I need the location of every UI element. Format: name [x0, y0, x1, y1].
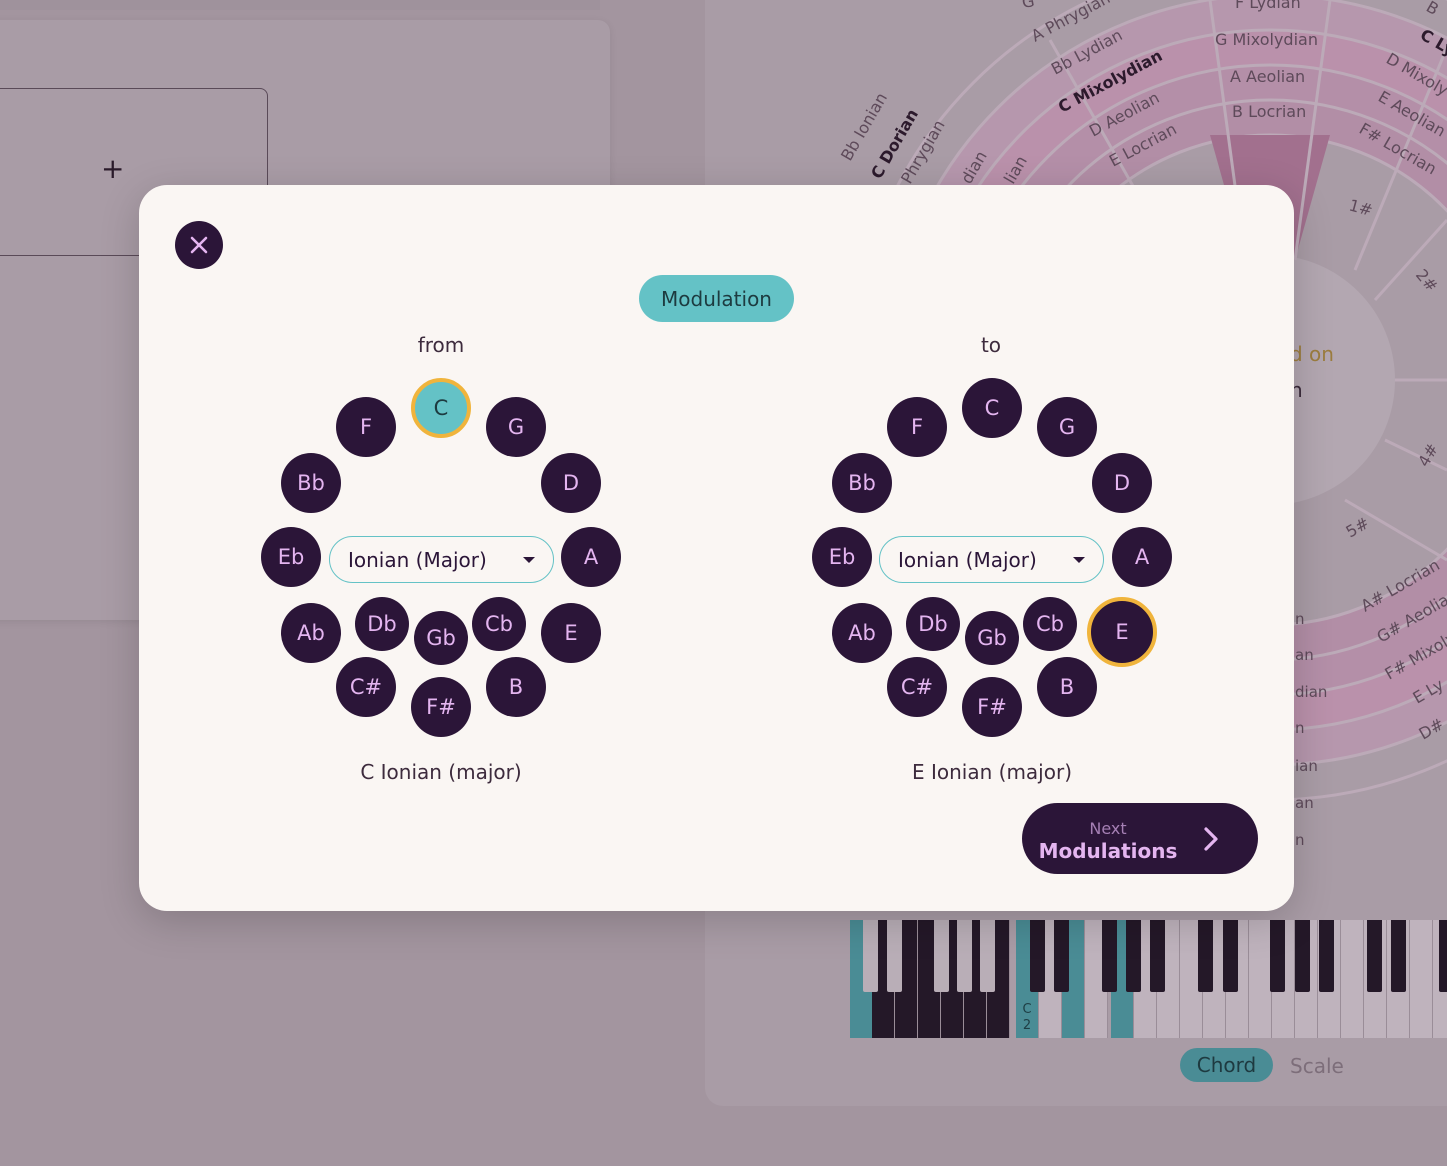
to-note-c-flat[interactable]: Cb — [1023, 597, 1077, 651]
to-mode-select[interactable]: Ionian (Major) — [879, 536, 1104, 583]
to-note-e-flat[interactable]: Eb — [812, 527, 872, 587]
to-note-c[interactable]: C — [962, 378, 1022, 438]
piano-black-key[interactable] — [980, 920, 995, 992]
chord-toggle[interactable]: Chord — [1180, 1048, 1273, 1082]
piano-black-key[interactable] — [1223, 920, 1238, 992]
from-label: from — [417, 333, 465, 357]
next-button-caption: Next — [1089, 819, 1127, 838]
caret-down-icon — [523, 556, 535, 563]
piano-black-key[interactable] — [1270, 920, 1285, 992]
plus-icon: + — [101, 152, 125, 185]
from-note-c[interactable]: C — [411, 378, 471, 438]
piano-black-key[interactable] — [863, 920, 878, 992]
scale-toggle[interactable]: Scale — [1290, 1054, 1344, 1078]
piano-black-key[interactable] — [1150, 920, 1165, 992]
mode-list-fragment: n — [1295, 831, 1305, 849]
mode-list-fragment: n — [1295, 610, 1305, 628]
caret-down-icon — [1073, 556, 1085, 563]
mode-list-fragment: dian — [1295, 683, 1328, 701]
to-mode-value: Ionian (Major) — [898, 547, 1037, 572]
to-note-d-flat[interactable]: Db — [906, 597, 960, 651]
piano-black-key[interactable] — [1054, 920, 1069, 992]
from-mode-value: Ionian (Major) — [348, 547, 487, 572]
piano-black-key[interactable] — [934, 920, 949, 992]
chevron-right-icon — [1204, 827, 1218, 851]
from-note-g[interactable]: G — [486, 397, 546, 457]
from-note-a-flat[interactable]: Ab — [281, 603, 341, 663]
from-note-b[interactable]: B — [486, 657, 546, 717]
to-note-a-flat[interactable]: Ab — [832, 603, 892, 663]
close-button[interactable] — [175, 221, 223, 269]
background-topbar — [0, 0, 600, 10]
piano-white-key[interactable] — [1249, 920, 1272, 1038]
piano-black-key[interactable] — [1030, 920, 1045, 992]
from-note-a[interactable]: A — [561, 527, 621, 587]
from-note-b-flat[interactable]: Bb — [281, 453, 341, 513]
next-modulations-button[interactable]: Next Modulations — [1022, 803, 1258, 874]
piano-black-key[interactable] — [1126, 920, 1141, 992]
next-button-label: Modulations — [1038, 839, 1178, 863]
to-result-label: E Ionian (major) — [911, 760, 1072, 784]
from-note-e[interactable]: E — [541, 603, 601, 663]
based-on-fragment: d on — [1290, 342, 1334, 366]
piano-black-key[interactable] — [1295, 920, 1310, 992]
from-note-g-flat[interactable]: Gb — [414, 611, 468, 665]
from-note-f[interactable]: F — [336, 397, 396, 457]
from-result-label: C Ionian (major) — [360, 760, 522, 784]
wheel-label-b-locrian: B Locrian — [1232, 102, 1306, 121]
to-label: to — [980, 333, 1002, 357]
to-note-b[interactable]: B — [1037, 657, 1097, 717]
mode-list-fragment: an — [1295, 794, 1314, 812]
wheel-label-f-lydian: F Lydian — [1235, 0, 1301, 12]
close-icon — [190, 236, 208, 254]
from-note-d[interactable]: D — [541, 453, 601, 513]
to-note-g[interactable]: G — [1037, 397, 1097, 457]
from-note-d-flat[interactable]: Db — [355, 597, 409, 651]
piano-black-key[interactable] — [1367, 920, 1382, 992]
piano-keyboard[interactable] — [850, 920, 1447, 1040]
to-note-c-sharp[interactable]: C# — [887, 657, 947, 717]
piano-c2-label: C 2 — [1022, 1002, 1032, 1033]
wheel-label-g: G — [1020, 0, 1036, 12]
piano-white-key[interactable] — [1341, 920, 1364, 1038]
from-note-f-sharp[interactable]: F# — [411, 677, 471, 737]
to-note-f-sharp[interactable]: F# — [962, 677, 1022, 737]
piano-black-key[interactable] — [1319, 920, 1334, 992]
piano-black-key[interactable] — [957, 920, 972, 992]
mode-list-fragment: n — [1295, 719, 1305, 737]
piano-black-key[interactable] — [1391, 920, 1406, 992]
to-note-d[interactable]: D — [1092, 453, 1152, 513]
wheel-label-a-aeolian: A Aeolian — [1230, 67, 1305, 86]
piano-black-key[interactable] — [1102, 920, 1117, 992]
from-note-e-flat[interactable]: Eb — [261, 527, 321, 587]
modulation-title-pill: Modulation — [639, 275, 794, 322]
piano-black-key[interactable] — [1198, 920, 1213, 992]
mode-list-fragment: ian — [1295, 757, 1318, 775]
piano-black-key[interactable] — [887, 920, 902, 992]
piano-black-key[interactable] — [1439, 920, 1447, 992]
wheel-label-g-mixolydian: G Mixolydian — [1215, 30, 1318, 49]
to-note-e[interactable]: E — [1087, 597, 1157, 667]
to-note-f[interactable]: F — [887, 397, 947, 457]
from-mode-select[interactable]: Ionian (Major) — [329, 536, 554, 583]
mode-list-fragment: an — [1295, 646, 1314, 664]
to-note-a[interactable]: A — [1112, 527, 1172, 587]
to-note-b-flat[interactable]: Bb — [832, 453, 892, 513]
from-note-c-flat[interactable]: Cb — [472, 597, 526, 651]
from-note-c-sharp[interactable]: C# — [336, 657, 396, 717]
modulation-modal: Modulation from C G D A E B F# Gb Db C# … — [139, 185, 1294, 911]
piano-white-key[interactable] — [1410, 920, 1433, 1038]
to-note-g-flat[interactable]: Gb — [965, 611, 1019, 665]
